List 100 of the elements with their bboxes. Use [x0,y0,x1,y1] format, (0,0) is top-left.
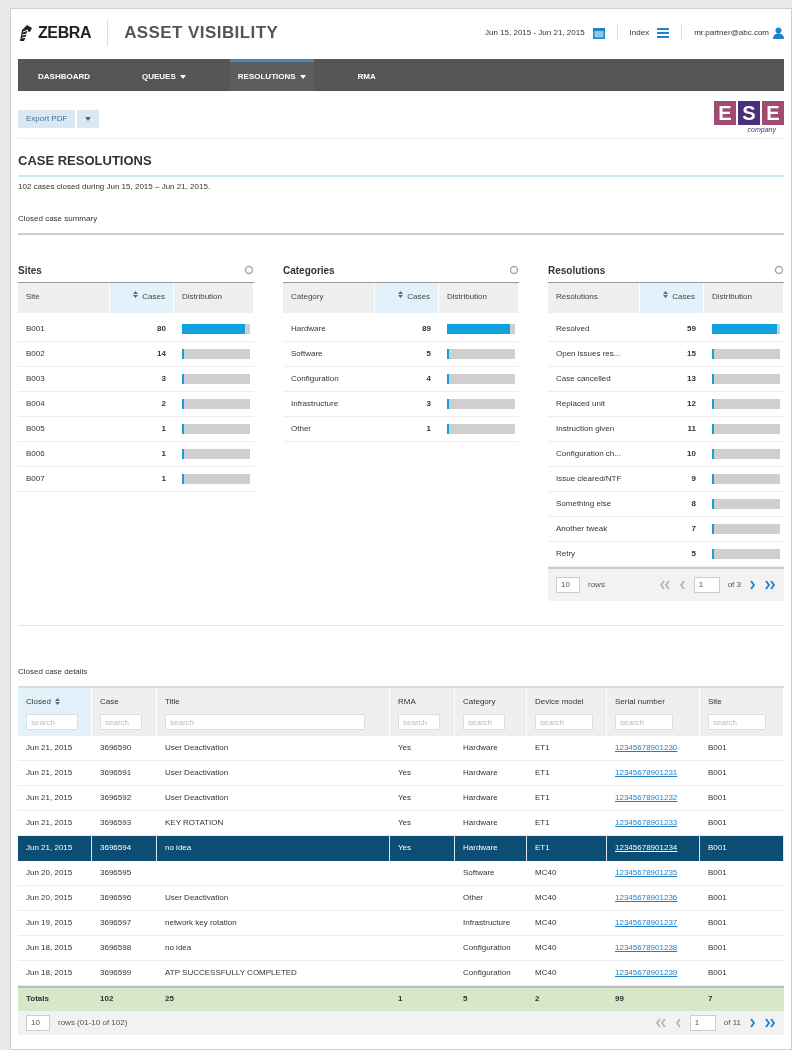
table-cell: Other [463,891,483,904]
table-cell-text: 2 [160,397,167,410]
table-cell: B001 [708,791,727,804]
table-cell: Hardware [463,741,498,754]
column-header[interactable]: Category search [455,687,527,736]
column-header[interactable]: Distribution [174,282,254,313]
table-cell: 3696597 [100,916,132,929]
column-header[interactable]: Cases [375,282,439,313]
nav-item[interactable]: QUEUES [134,59,194,91]
menu-icon[interactable] [657,28,670,38]
settings-icon[interactable] [774,265,784,275]
table-cell: Jun 21, 2015 [26,842,73,854]
serial-link[interactable]: 12345678901233 [615,816,678,829]
last-page-icon[interactable] [764,1017,776,1028]
column-header[interactable]: Site search [700,687,784,736]
column-header[interactable]: Case search [92,687,157,736]
column-header[interactable]: Distribution [439,282,519,313]
search-field[interactable]: search [708,714,766,730]
serial-link[interactable]: 12345678901230 [615,741,678,754]
table-cell-text: 1 [160,472,167,485]
search-field[interactable]: search [463,714,505,730]
page-field[interactable]: 1 [689,1014,716,1031]
table-cell-text: 12 [686,397,697,410]
table-cell-text: B001 [25,322,46,335]
serial-link[interactable]: 12345678901234 [615,842,678,854]
page-size-field[interactable]: 10 [556,576,580,593]
serial-link[interactable]: 12345678901238 [615,941,678,954]
calendar-icon[interactable] [592,27,605,39]
table-cell: User Deactivation [165,766,229,779]
column-header[interactable]: Device model search [527,687,607,736]
column-header[interactable]: Resolutions [548,282,640,313]
nav-item[interactable]: DASHBOARD [30,59,98,91]
table-cell-text: 15 [686,347,697,360]
serial-link[interactable]: 12345678901235 [615,866,678,879]
table-cell-text: 1 [425,422,432,435]
table-cell-text: Replaced unit [555,397,606,410]
page-field[interactable]: 1 [693,576,720,593]
column-header[interactable]: Cases [640,282,704,313]
search-field[interactable]: search [26,714,78,730]
table-cell: Configuration [463,966,511,979]
table-cell: Yes [398,741,412,754]
table-cell: Jun 20, 2015 [26,866,73,879]
table-cell-text: Infrastructure [290,397,340,410]
total-cell: 7 [708,993,713,1005]
table-cell: ET1 [535,842,550,854]
search-field[interactable]: search [398,714,440,730]
settings-icon[interactable] [244,265,254,275]
search-field[interactable]: search [165,714,365,730]
table-cell: no idea [165,941,192,954]
table-cell: ATP SUCCESSFULLY COMPLETED [165,966,297,979]
brand-logo: ZEBRA [38,23,92,43]
index-link[interactable]: Index [629,27,650,39]
table-cell: B001 [708,941,727,954]
column-header[interactable]: Closed search [18,687,92,736]
column-header[interactable]: Distribution [704,282,784,313]
page-size-field[interactable]: 10 [26,1014,50,1031]
column-header[interactable]: Title search [157,687,390,736]
column-header[interactable]: Category [283,282,375,313]
settings-icon[interactable] [509,265,519,275]
user-email[interactable]: mr.partner@abc.com [694,27,769,39]
table-cell: 3696596 [100,891,132,904]
table-cell: 3696594 [100,842,132,854]
search-field[interactable]: search [100,714,142,730]
table-cell: B001 [708,966,727,979]
serial-link[interactable]: 12345678901232 [615,791,678,804]
last-page-icon[interactable] [764,579,776,590]
total-cell: 25 [165,993,174,1005]
table-row[interactable]: Jun 21, 2015 3696594 no idea Yes Hardware ET1 12345678901234 B001 [18,835,784,861]
search-field[interactable]: search [535,714,593,730]
sort-icon [133,290,139,298]
serial-link[interactable]: 12345678901231 [615,766,678,779]
column-header[interactable]: Site [18,282,110,313]
table-cell-text: B002 [25,347,46,360]
next-page-icon[interactable] [749,1017,756,1028]
table-cell: 3696599 [100,966,132,979]
next-page-icon[interactable] [749,579,756,590]
export-menu-button[interactable] [77,109,100,128]
column-header[interactable]: Serial number search [607,687,700,736]
page-title: CASE RESOLUTIONS [18,151,784,177]
table-cell: Jun 20, 2015 [26,891,73,904]
table-cell-text: 8 [690,497,697,510]
export-button[interactable]: Export PDF [18,109,76,128]
column-header[interactable]: RMA search [390,687,455,736]
table-cell: 3696592 [100,791,132,804]
table-cell-text: 3 [425,397,432,410]
search-field[interactable]: search [615,714,673,730]
page-count: of 3 [727,578,741,591]
serial-link[interactable]: 12345678901239 [615,966,678,979]
user-icon[interactable] [773,27,784,39]
table-cell-text: Open issues res... [555,347,622,360]
table-cell-text: Software [290,347,324,360]
table-cell: 3696591 [100,766,132,779]
date-range[interactable]: Jun 15, 2015 - Jun 21, 2015 [484,27,585,39]
table-cell: Yes [398,766,412,779]
serial-link[interactable]: 12345678901236 [615,891,678,904]
serial-link[interactable]: 12345678901237 [615,916,678,929]
column-header[interactable]: Cases [110,282,174,313]
table-cell: B001 [708,766,727,779]
nav-item[interactable]: RMA [349,59,384,91]
nav-item[interactable]: RESOLUTIONS [229,59,314,91]
